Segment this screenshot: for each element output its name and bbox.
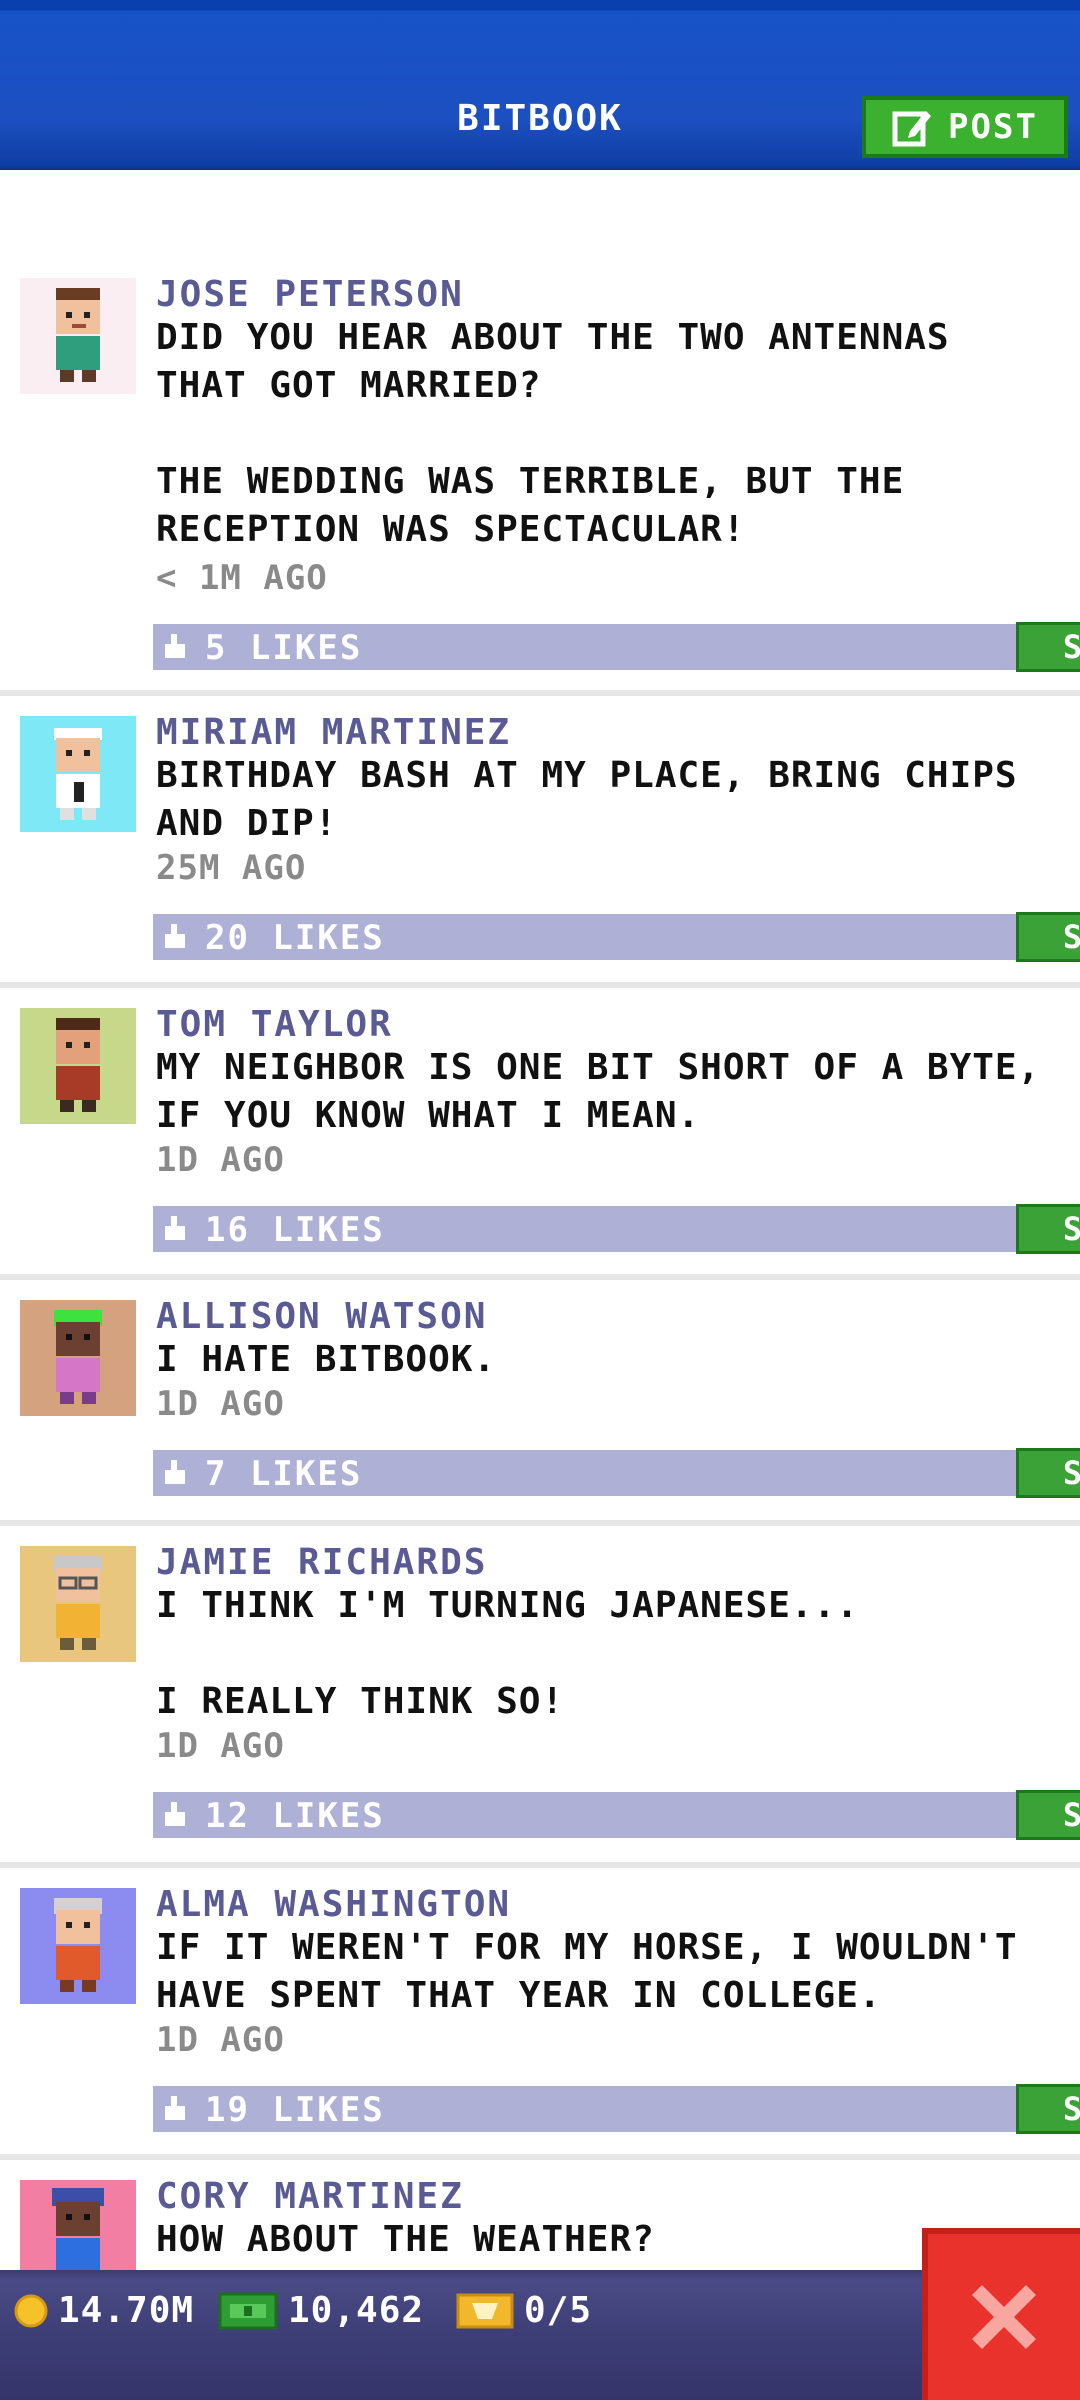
likes-count: 16 LIKES bbox=[205, 1210, 385, 1250]
app-header: BITBOOK POST bbox=[0, 0, 1080, 170]
likes-bar[interactable]: 5 LIKES SHARE bbox=[153, 622, 1080, 672]
post-button[interactable]: POST bbox=[862, 96, 1068, 158]
post-time: 1D AGO bbox=[156, 2020, 285, 2060]
divider bbox=[0, 690, 1080, 696]
post-text: IF IT WEREN'T FOR MY HORSE, I WOULDN'T H… bbox=[156, 1927, 1041, 2016]
avatar bbox=[20, 1888, 136, 2004]
avatar bbox=[20, 2180, 136, 2270]
share-button[interactable]: SHARE bbox=[1016, 912, 1080, 962]
divider bbox=[0, 1862, 1080, 1868]
share-button[interactable]: SHARE bbox=[1016, 1204, 1080, 1254]
bux-value: 10,462 bbox=[288, 2290, 425, 2331]
divider bbox=[0, 1520, 1080, 1526]
avatar bbox=[20, 1008, 136, 1124]
thumbs-up-icon bbox=[165, 634, 185, 658]
thumbs-up-icon bbox=[165, 1216, 185, 1240]
likes-bar[interactable]: 12 LIKES SHARE bbox=[153, 1790, 1080, 1840]
likes-bar[interactable]: 19 LIKES SHARE bbox=[153, 2084, 1080, 2134]
post-author[interactable]: ALLISON WATSON bbox=[156, 1296, 487, 1337]
share-button[interactable]: SHARE bbox=[1016, 2084, 1080, 2134]
bux-stat[interactable]: 10,462 bbox=[218, 2290, 424, 2331]
currency-bar: 14.70M 10,462 0/5 bbox=[0, 2270, 1080, 2400]
likes-bar[interactable]: 16 LIKES SHARE bbox=[153, 1204, 1080, 1254]
post-author[interactable]: ALMA WASHINGTON bbox=[156, 1884, 511, 1925]
post-time: 1D AGO bbox=[156, 1726, 285, 1766]
bux-icon bbox=[218, 2292, 278, 2329]
likes-count: 19 LIKES bbox=[205, 2090, 385, 2130]
post-author[interactable]: TOM TAYLOR bbox=[156, 1004, 393, 1045]
coins-stat[interactable]: 14.70M bbox=[14, 2290, 194, 2331]
post-time: 25M AGO bbox=[156, 848, 307, 888]
avatar bbox=[20, 716, 136, 832]
avatar bbox=[20, 1546, 136, 1662]
post-text: DID YOU HEAR ABOUT THE TWO ANTENNAS THAT… bbox=[156, 317, 950, 550]
share-button[interactable]: SHARE bbox=[1016, 1790, 1080, 1840]
likes-bar[interactable]: 7 LIKES SHARE bbox=[153, 1448, 1080, 1498]
thumbs-up-icon bbox=[165, 1460, 185, 1484]
close-icon bbox=[972, 2285, 1036, 2349]
post-time: 1D AGO bbox=[156, 1384, 285, 1424]
divider bbox=[0, 2154, 1080, 2160]
tickets-value: 0/5 bbox=[524, 2290, 593, 2331]
likes-count: 7 LIKES bbox=[205, 1454, 363, 1494]
ticket-icon bbox=[456, 2293, 514, 2328]
post-author[interactable]: CORY MARTINEZ bbox=[156, 2176, 464, 2217]
avatar bbox=[20, 1300, 136, 1416]
thumbs-up-icon bbox=[165, 924, 185, 948]
post-time: 1D AGO bbox=[156, 1140, 285, 1180]
divider bbox=[0, 1274, 1080, 1280]
coin-icon bbox=[14, 2294, 48, 2327]
post-author[interactable]: JOSE PETERSON bbox=[156, 274, 464, 315]
post-author[interactable]: MIRIAM MARTINEZ bbox=[156, 712, 511, 753]
divider bbox=[0, 982, 1080, 988]
thumbs-up-icon bbox=[165, 1802, 185, 1826]
likes-count: 12 LIKES bbox=[205, 1796, 385, 1836]
edit-icon bbox=[892, 107, 932, 147]
likes-count: 5 LIKES bbox=[205, 628, 363, 668]
post-text: I HATE BITBOOK. bbox=[156, 1339, 497, 1380]
news-feed[interactable]: JOSE PETERSON DID YOU HEAR ABOUT THE TWO… bbox=[0, 170, 1080, 2270]
post-time: < 1M AGO bbox=[156, 558, 328, 598]
post-text: BIRTHDAY BASH AT MY PLACE, BRING CHIPS A… bbox=[156, 755, 1041, 844]
post-text: I THINK I'M TURNING JAPANESE... I REALLY… bbox=[156, 1585, 859, 1722]
post-author[interactable]: JAMIE RICHARDS bbox=[156, 1542, 487, 1583]
coins-value: 14.70M bbox=[58, 2290, 195, 2331]
avatar bbox=[20, 278, 136, 394]
post-label: POST bbox=[948, 107, 1038, 147]
post-text: HOW ABOUT THE WEATHER? bbox=[156, 2219, 655, 2260]
tickets-stat[interactable]: 0/5 bbox=[456, 2290, 592, 2331]
post-text: MY NEIGHBOR IS ONE BIT SHORT OF A BYTE, … bbox=[156, 1047, 1063, 1136]
share-button[interactable]: SHARE bbox=[1016, 622, 1080, 672]
thumbs-up-icon bbox=[165, 2096, 185, 2120]
share-button[interactable]: SHARE bbox=[1016, 1448, 1080, 1498]
likes-count: 20 LIKES bbox=[205, 918, 385, 958]
likes-bar[interactable]: 20 LIKES SHARE bbox=[153, 912, 1080, 962]
close-button[interactable] bbox=[922, 2228, 1080, 2400]
